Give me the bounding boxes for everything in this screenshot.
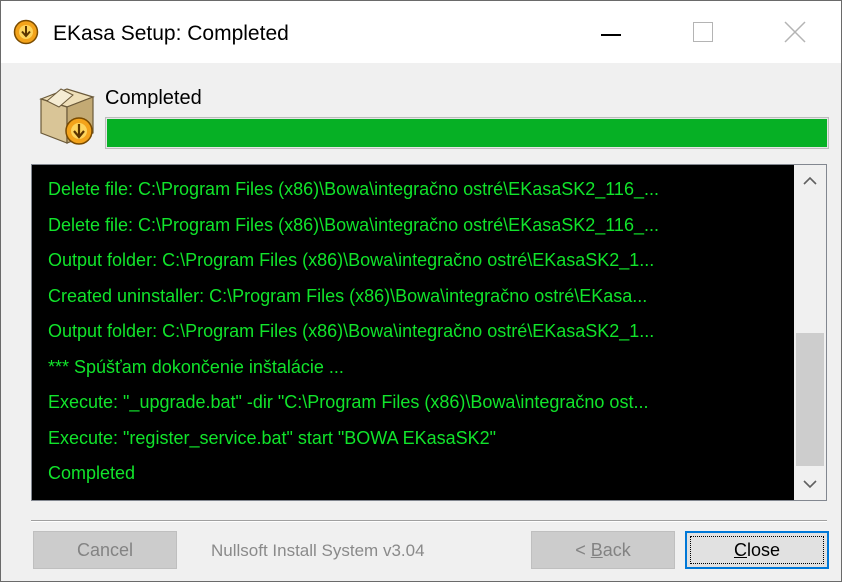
log-line: Execute: "_upgrade.bat" -dir "C:\Program… [48,392,649,412]
log-list[interactable]: Delete file: C:\Program Files (x86)\Bowa… [32,165,794,500]
status-label: Completed [105,87,202,109]
branding-text: Nullsoft Install System v3.04 [211,541,425,560]
vertical-scrollbar[interactable] [794,165,826,500]
maximize-button[interactable] [657,1,749,63]
back-button-label: < Back [575,539,631,560]
footer-separator [31,520,827,522]
scroll-thumb[interactable] [796,333,824,466]
focus-rectangle [690,536,824,564]
minimize-button[interactable] [565,1,657,63]
installer-icon[interactable] [13,19,39,45]
log-line: Output folder: C:\Program Files (x86)\Bo… [48,321,655,341]
scroll-down-button[interactable] [794,468,826,500]
log-line: Delete file: C:\Program Files (x86)\Bowa… [48,214,659,235]
chevron-up-icon [803,176,817,185]
close-icon [784,21,806,43]
log-line: *** Spúšťam dokončenie inštalácie ... [48,356,344,377]
window-title: EKasa Setup: Completed [53,22,289,45]
back-button[interactable]: < Back [531,531,675,569]
installer-window: EKasa Setup: Completed Completed Delete … [0,0,842,582]
chevron-down-icon [803,480,817,489]
log-line: Output folder: C:\Program Files (x86)\Bo… [48,250,655,270]
progress-bar [105,117,829,149]
log-line: Completed [48,463,136,483]
maximize-icon [693,22,713,42]
log-line: Delete file: C:\Program Files (x86)\Bowa… [48,179,659,199]
minimize-icon [601,34,621,36]
details-log[interactable]: Delete file: C:\Program Files (x86)\Bowa… [31,164,827,501]
cancel-button[interactable]: Cancel [33,531,177,569]
installer-box-icon [39,88,95,145]
log-line: Created uninstaller: C:\Program Files (x… [48,285,648,306]
cancel-button-label: Cancel [76,539,134,560]
progress-fill [107,119,827,147]
close-button[interactable]: Close [685,531,829,569]
close-window-button[interactable] [749,1,841,63]
log-line: Execute: "register_service.bat" start "B… [48,427,497,448]
title-bar[interactable]: EKasa Setup: Completed [1,1,841,63]
scroll-up-button[interactable] [794,165,826,197]
